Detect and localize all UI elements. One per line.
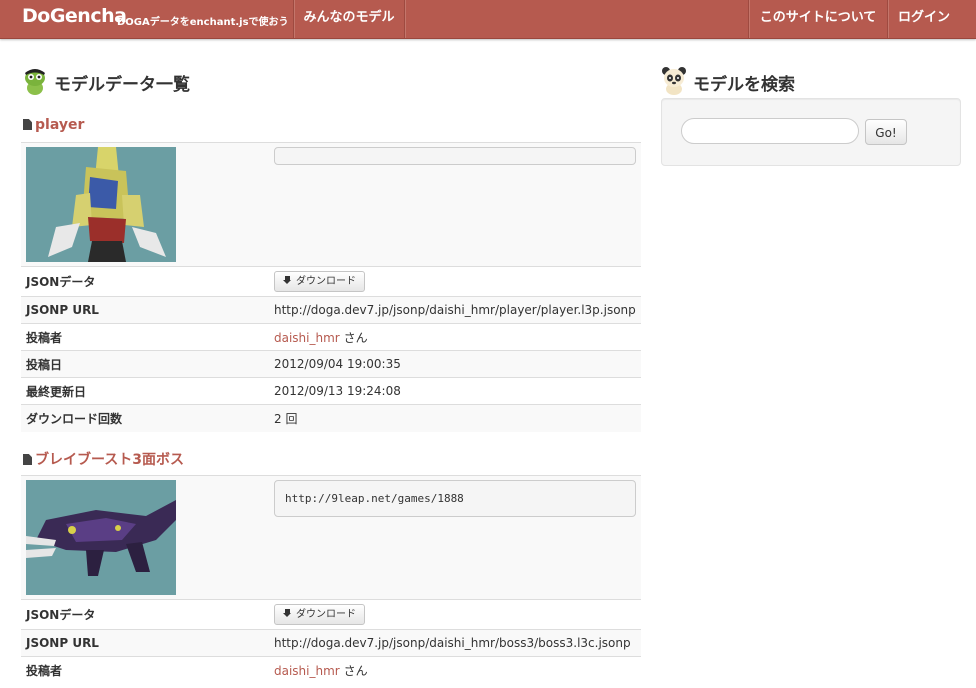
model-title-2-label[interactable]: ブレイブースト3面ボス <box>35 452 184 468</box>
download-button-label[interactable]: ダウンロード <box>296 609 356 620</box>
model-title-2[interactable]: ブレイブースト3面ボス <box>23 449 184 469</box>
model-table-2: http://9leap.net/games/1888 JSONデータ ダウンロ… <box>21 475 641 684</box>
author-suffix: さん <box>343 330 368 345</box>
download-button[interactable]: ダウンロード <box>274 604 365 625</box>
description-box[interactable] <box>274 147 636 165</box>
row-label: JSONデータ <box>21 599 269 630</box>
model-thumbnail-boss3[interactable] <box>26 480 176 595</box>
nav-item-about[interactable]: このサイトについて <box>749 0 887 38</box>
author-link[interactable]: daishi_hmr <box>274 331 340 345</box>
description-cell: http://9leap.net/games/1888 <box>269 475 641 600</box>
row-label: JSONP URL <box>21 629 269 657</box>
author-cell: daishi_hmr さん <box>269 656 641 684</box>
author-cell: daishi_hmr さん <box>269 323 641 351</box>
author-suffix: さん <box>343 663 368 678</box>
row-label: JSONデータ <box>21 266 269 297</box>
thumbnail-cell <box>21 475 269 600</box>
row-label: 最終更新日 <box>21 377 269 405</box>
robot-image <box>26 147 176 262</box>
search-input[interactable] <box>681 118 859 144</box>
nav-item-models[interactable]: みんなのモデル <box>294 0 404 38</box>
mascot-frog-icon <box>25 69 45 95</box>
search-heading: モデルを検索 <box>693 75 795 95</box>
row-label: 投稿者 <box>21 323 269 351</box>
thumbnail-cell <box>21 142 269 267</box>
updated-date: 2012/09/13 19:24:08 <box>269 377 641 405</box>
model-title-1-label[interactable]: player <box>35 117 84 133</box>
row-label: ダウンロード回数 <box>21 404 269 432</box>
author-link[interactable]: daishi_hmr <box>274 664 340 678</box>
row-label: 投稿者 <box>21 656 269 684</box>
model-thumbnail-player[interactable] <box>26 147 176 262</box>
search-panel: Go! <box>661 98 961 166</box>
mascot-panda-icon <box>662 67 686 95</box>
row-label: 投稿日 <box>21 350 269 378</box>
jsonp-url: http://doga.dev7.jp/jsonp/daishi_hmr/bos… <box>269 629 641 657</box>
nav-divider <box>404 0 405 38</box>
brand-logo[interactable]: DoGencha <box>22 5 127 27</box>
page-title: モデルデータ一覧 <box>54 75 190 95</box>
boss-ship-image <box>26 480 176 595</box>
posted-date: 2012/09/04 19:00:35 <box>269 350 641 378</box>
top-navbar: DoGencha DOGAデータをenchant.jsで使おう みんなのモデル … <box>0 0 976 39</box>
jsonp-url: http://doga.dev7.jp/jsonp/daishi_hmr/pla… <box>269 296 641 324</box>
document-icon <box>23 454 32 465</box>
download-icon <box>283 609 292 618</box>
nav-item-login[interactable]: ログイン <box>888 0 960 38</box>
model-table-1: JSONデータ ダウンロード JSONP URL http://doga.dev… <box>21 142 641 432</box>
model-title-1[interactable]: player <box>23 117 84 133</box>
download-button-label[interactable]: ダウンロード <box>296 276 356 287</box>
brand-tagline: DOGAデータをenchant.jsで使おう <box>117 17 289 28</box>
download-count: 2 回 <box>269 404 641 432</box>
download-icon <box>283 276 292 285</box>
description-box[interactable]: http://9leap.net/games/1888 <box>274 480 636 517</box>
download-button[interactable]: ダウンロード <box>274 271 365 292</box>
row-label: JSONP URL <box>21 296 269 324</box>
description-cell <box>269 142 641 267</box>
go-button[interactable]: Go! <box>865 119 907 145</box>
document-icon <box>23 119 32 130</box>
